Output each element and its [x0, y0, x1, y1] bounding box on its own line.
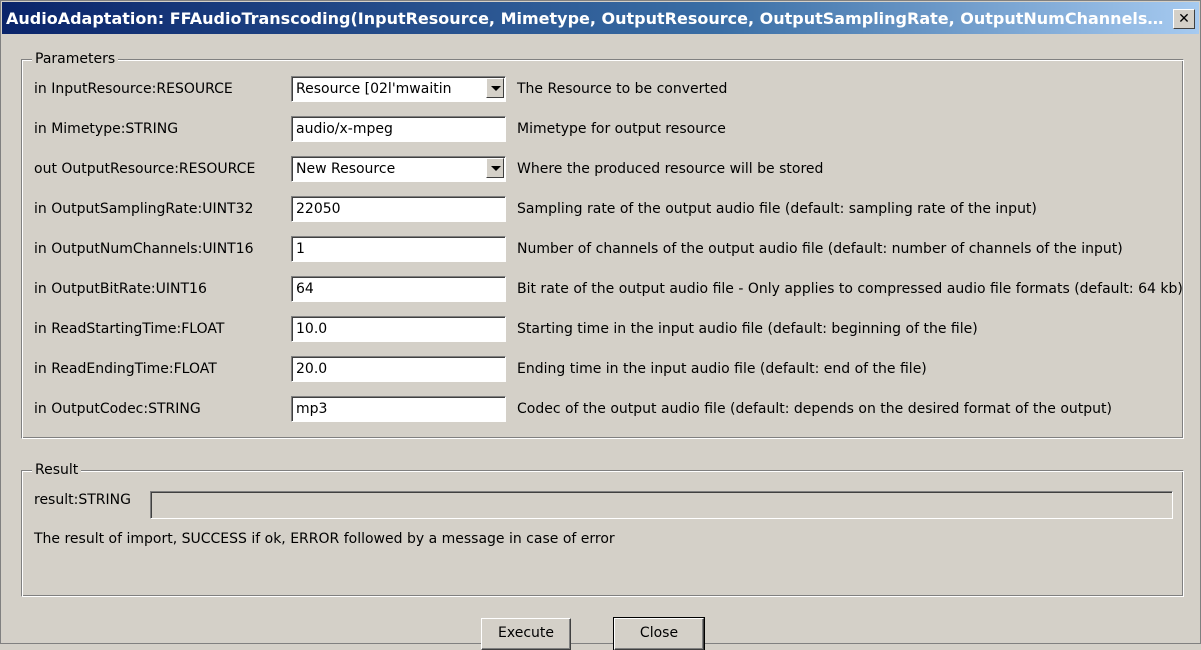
select-value: New Resource: [296, 161, 396, 177]
close-button[interactable]: Close: [613, 617, 705, 650]
result-output-field: [150, 491, 1173, 519]
result-label: result:STRING: [34, 492, 131, 508]
param-label: in Mimetype:STRING: [34, 121, 179, 137]
close-icon: ✕: [1178, 11, 1190, 27]
param-desc: Ending time in the input audio file (def…: [517, 361, 927, 377]
param-desc: Starting time in the input audio file (d…: [517, 321, 978, 337]
mimetype-input[interactable]: audio/x-mpeg: [291, 116, 506, 142]
chevron-down-icon[interactable]: [486, 158, 504, 178]
param-label: in OutputSamplingRate:UINT32: [34, 201, 254, 217]
input-resource-select[interactable]: Resource [02l'mwaitin: [291, 76, 506, 102]
param-desc: The Resource to be converted: [517, 81, 728, 97]
param-label: in ReadEndingTime:FLOAT: [34, 361, 217, 377]
execute-button[interactable]: Execute: [481, 618, 571, 650]
param-desc: Where the produced resource will be stor…: [517, 161, 824, 177]
ending-time-input[interactable]: 20.0: [291, 356, 506, 382]
output-resource-select[interactable]: New Resource: [291, 156, 506, 182]
param-label: in OutputNumChannels:UINT16: [34, 241, 254, 257]
close-window-button[interactable]: ✕: [1173, 9, 1195, 29]
param-label: in OutputBitRate:UINT16: [34, 281, 207, 297]
param-desc: Codec of the output audio file (default:…: [517, 401, 1112, 417]
param-label: in ReadStartingTime:FLOAT: [34, 321, 225, 337]
starting-time-input[interactable]: 10.0: [291, 316, 506, 342]
param-desc: Sampling rate of the output audio file (…: [517, 201, 1037, 217]
result-desc: The result of import, SUCCESS if ok, ERR…: [34, 531, 615, 547]
result-group: Result result:STRING The result of impor…: [21, 461, 1184, 597]
param-desc: Mimetype for output resource: [517, 121, 726, 137]
result-legend: Result: [32, 461, 82, 479]
window-title: AudioAdaptation: FFAudioTranscoding(Inpu…: [6, 9, 1166, 28]
title-bar[interactable]: AudioAdaptation: FFAudioTranscoding(Inpu…: [2, 2, 1199, 34]
num-channels-input[interactable]: 1: [291, 236, 506, 262]
sampling-rate-input[interactable]: 22050: [291, 196, 506, 222]
param-desc: Bit rate of the output audio file - Only…: [517, 281, 1183, 297]
codec-input[interactable]: mp3: [291, 396, 506, 422]
param-label: in InputResource:RESOURCE: [34, 81, 233, 97]
chevron-down-icon[interactable]: [486, 78, 504, 98]
select-value: Resource [02l'mwaitin: [296, 81, 452, 97]
parameters-group: Parameters in InputResource:RESOURCE Res…: [21, 50, 1184, 439]
param-label: in OutputCodec:STRING: [34, 401, 201, 417]
parameters-legend: Parameters: [32, 50, 119, 68]
bit-rate-input[interactable]: 64: [291, 276, 506, 302]
dialog-window: AudioAdaptation: FFAudioTranscoding(Inpu…: [0, 0, 1201, 650]
param-desc: Number of channels of the output audio f…: [517, 241, 1123, 257]
param-label: out OutputResource:RESOURCE: [34, 161, 256, 177]
